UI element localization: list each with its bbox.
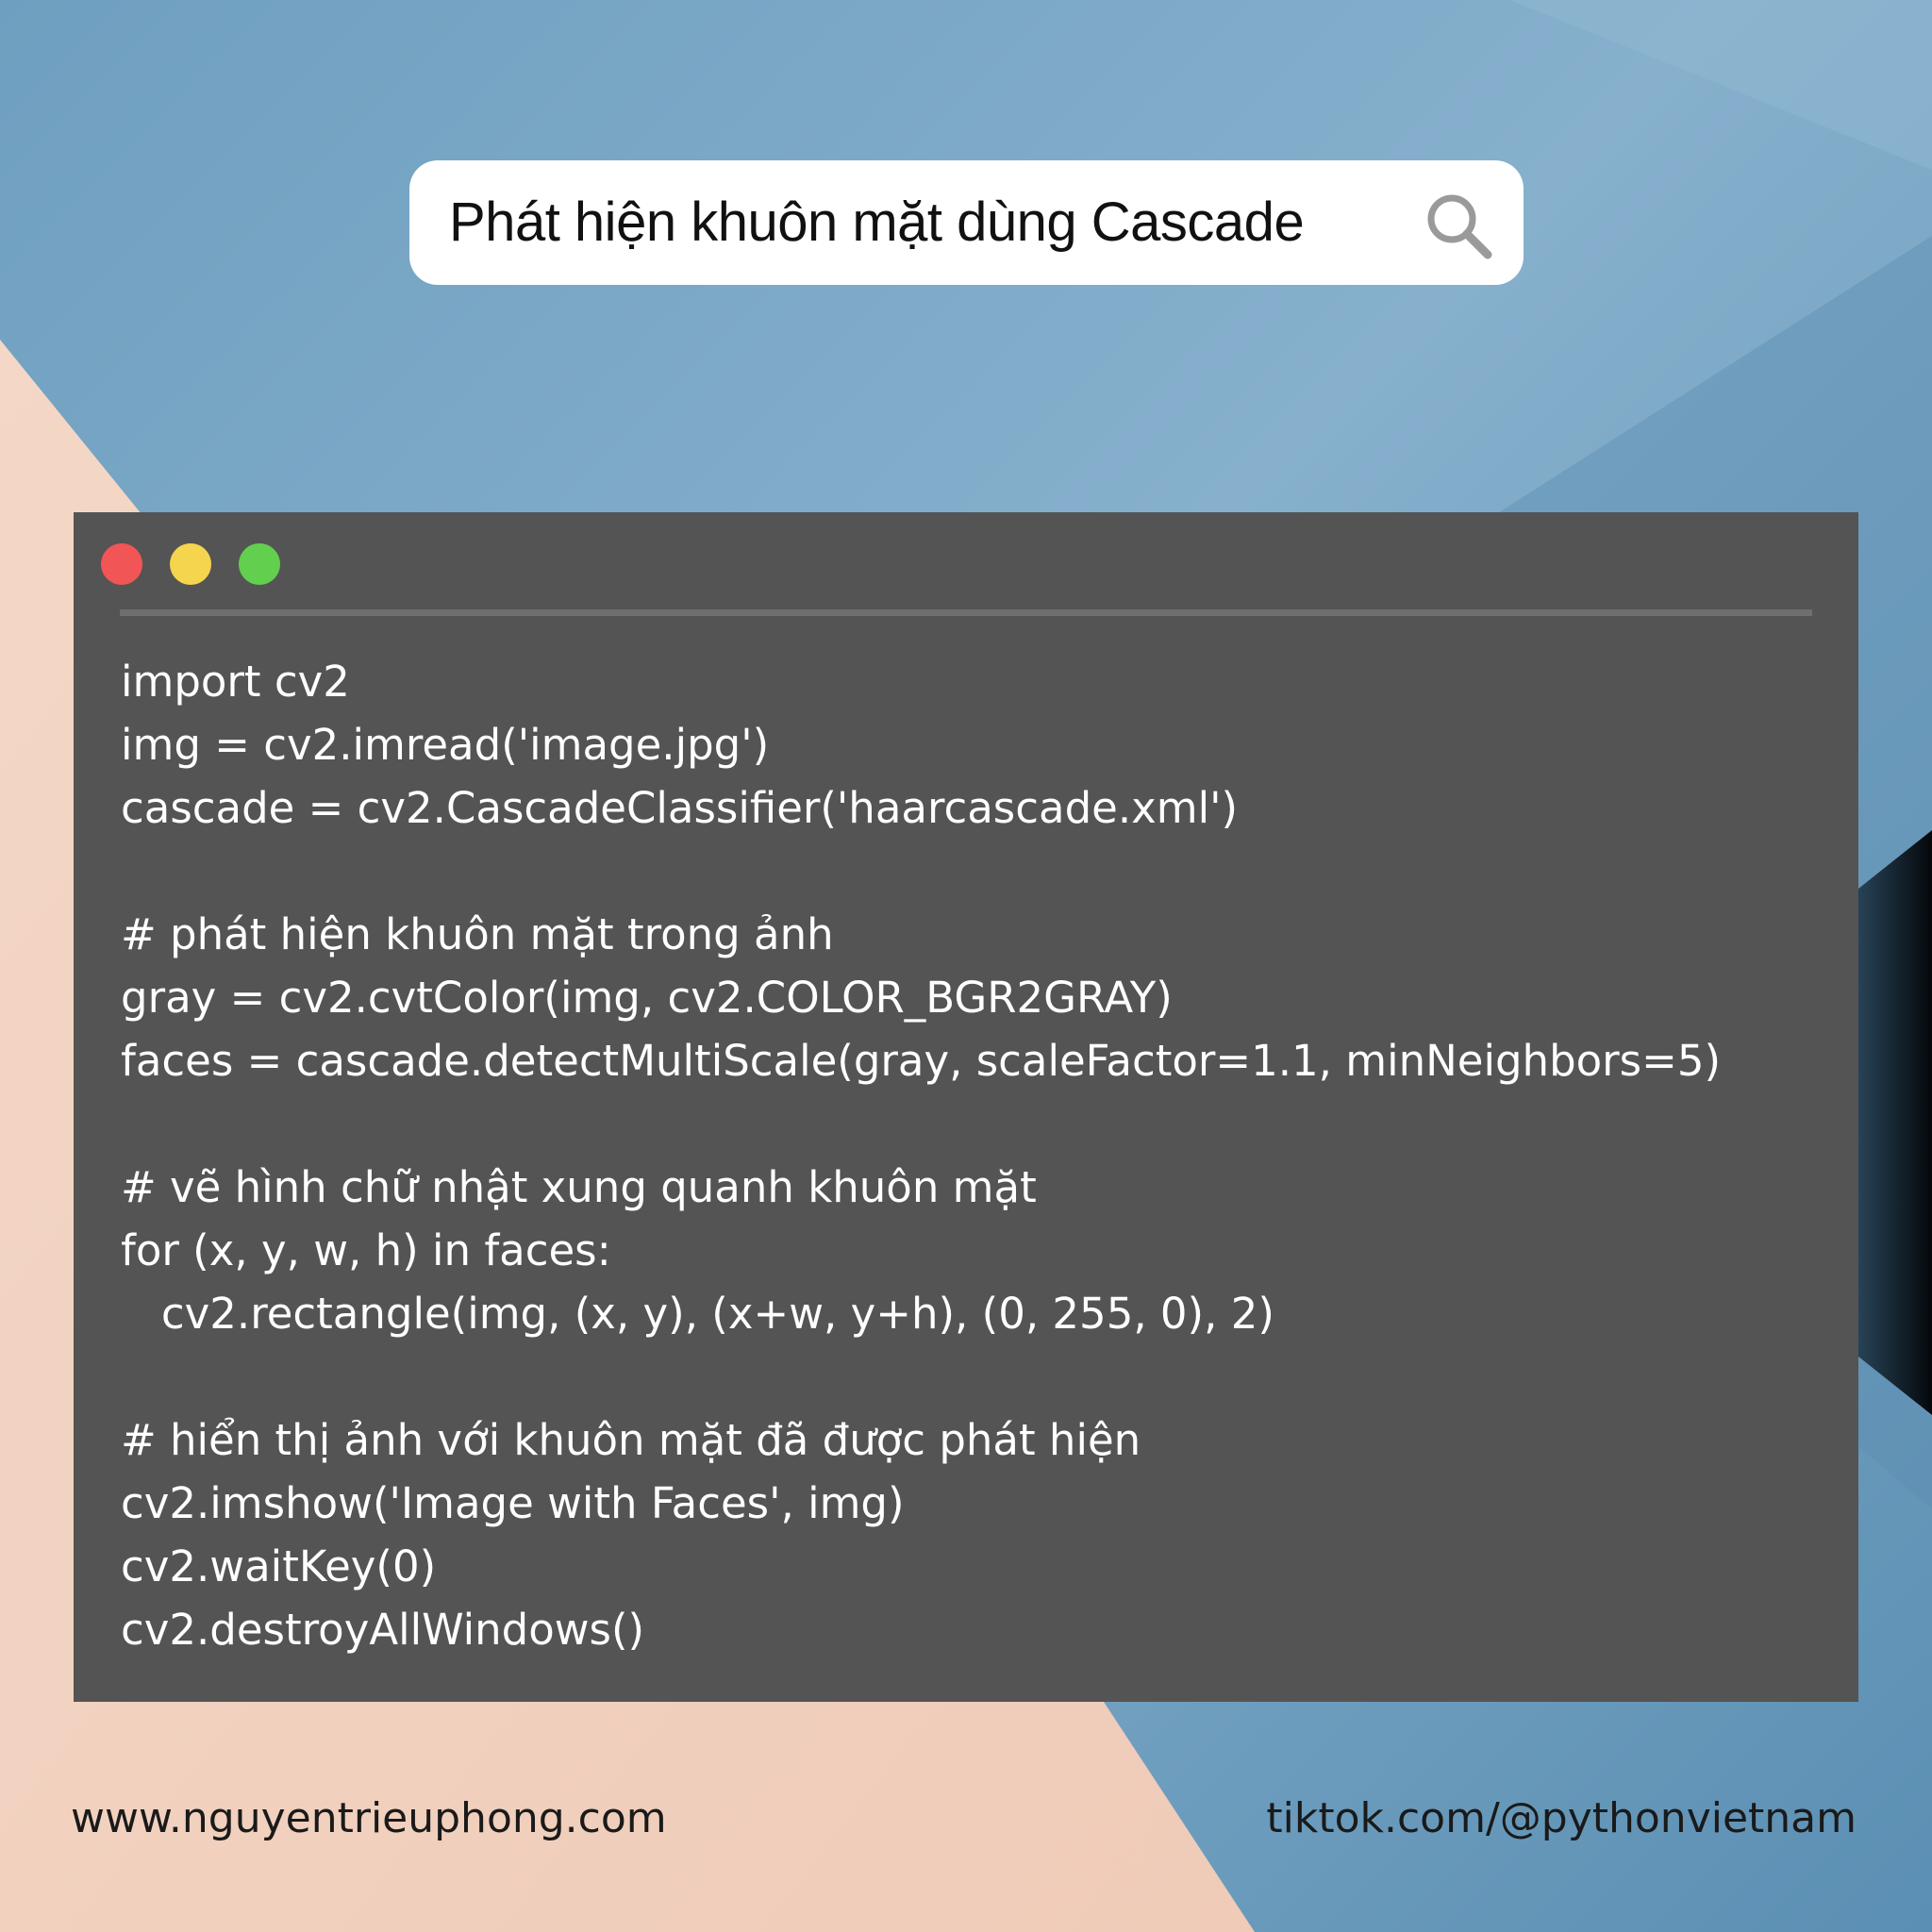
code-line: cv2.destroyAllWindows() [121, 1605, 645, 1655]
search-icon[interactable] [1422, 189, 1495, 262]
code-line: for (x, y, w, h) in faces: [121, 1225, 611, 1275]
code-line: cascade = cv2.CascadeClassifier('haarcas… [121, 783, 1239, 833]
search-bar[interactable]: Phát hiện khuôn mặt dùng Cascade [409, 160, 1524, 285]
code-comment: # hiển thị ảnh với khuôn mặt đã được phá… [121, 1415, 1141, 1465]
code-line: cv2.rectangle(img, (x, y), (x+w, y+h), (… [121, 1289, 1274, 1339]
code-line: img = cv2.imread('image.jpg') [121, 720, 770, 770]
close-button[interactable] [101, 543, 142, 585]
website-link[interactable]: www.nguyentrieuphong.com [71, 1794, 667, 1842]
tiktok-link[interactable]: tiktok.com/@pythonvietnam [1266, 1794, 1857, 1842]
window-divider [120, 609, 1812, 616]
search-input[interactable]: Phát hiện khuôn mặt dùng Cascade [449, 160, 1305, 285]
minimize-button[interactable] [170, 543, 211, 585]
code-line: cv2.waitKey(0) [121, 1541, 437, 1591]
maximize-button[interactable] [239, 543, 280, 585]
code-comment: # vẽ hình chữ nhật xung quanh khuôn mặt [121, 1162, 1037, 1212]
code-line: gray = cv2.cvtColor(img, cv2.COLOR_BGR2G… [121, 973, 1173, 1023]
code-line: import cv2 [121, 657, 350, 707]
code-line: cv2.imshow('Image with Faces', img) [121, 1478, 905, 1528]
code-block: import cv2 img = cv2.imread('image.jpg')… [121, 650, 1838, 1661]
code-comment: # phát hiện khuôn mặt trong ảnh [121, 909, 834, 959]
code-window: import cv2 img = cv2.imread('image.jpg')… [74, 512, 1858, 1702]
code-line: faces = cascade.detectMultiScale(gray, s… [121, 1036, 1722, 1086]
